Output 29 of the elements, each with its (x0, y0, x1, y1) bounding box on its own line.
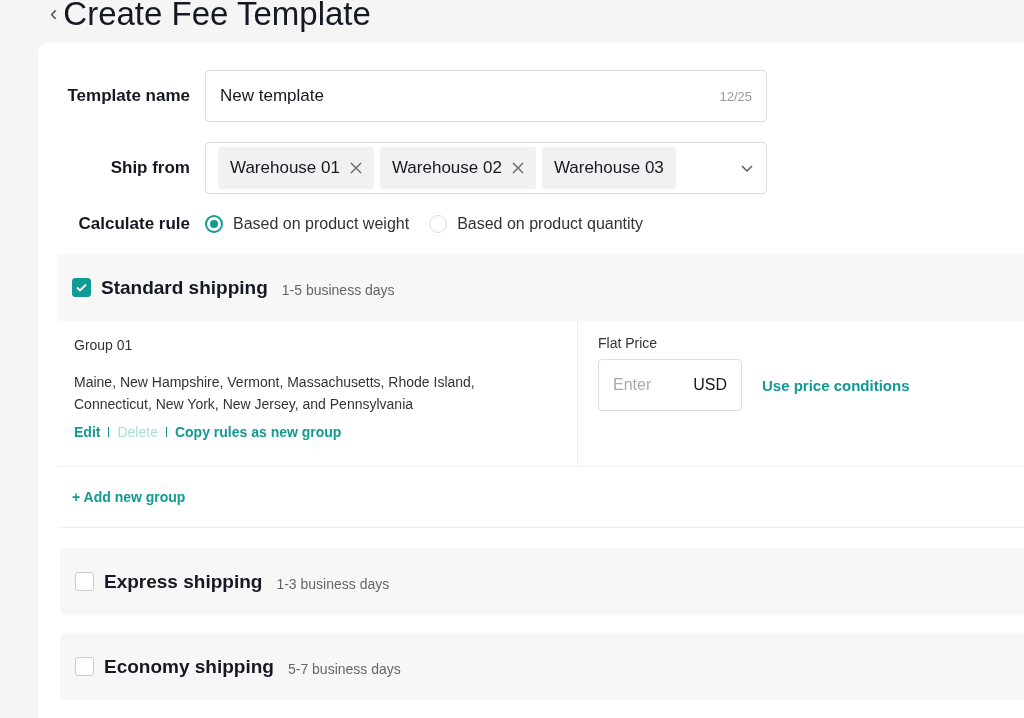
checkbox[interactable] (72, 278, 91, 297)
page-title: Create Fee Template (63, 0, 371, 33)
close-icon[interactable] (349, 162, 362, 174)
field-label: Calculate rule (77, 214, 190, 234)
warehouse-tag[interactable]: Warehouse 02 (379, 147, 536, 189)
radio-option[interactable]: Based on product weight (205, 215, 410, 233)
price-field[interactable]: Enter USD (598, 359, 742, 411)
field-label: Ship from (109, 158, 190, 178)
warehouse-tag[interactable]: Warehouse 03 (541, 147, 676, 189)
checkbox[interactable] (75, 657, 94, 676)
warehouse-select[interactable]: Warehouse 01 Warehouse 02 Warehouse 03 (205, 142, 767, 194)
price-label: Flat Price (598, 335, 659, 351)
region-list: Maine, New Hampshire, Vermont, Massachusetts, Rhode Island, Connecticut, New York, New Jersey, and Pennsylvania (74, 371, 514, 415)
template-name-field[interactable]: New template 12/25 (205, 70, 767, 122)
delivery-days: 1-5 business days (281, 281, 395, 298)
warehouse-tag[interactable]: Warehouse 01 (218, 147, 374, 189)
close-icon[interactable] (511, 162, 524, 174)
check-icon (76, 283, 87, 292)
shipping-name: Economy shipping (104, 655, 274, 678)
delivery-days: 5-7 business days (287, 660, 401, 677)
shipping-name: Express shipping (104, 570, 263, 593)
radio-button[interactable] (205, 215, 223, 233)
checkbox[interactable] (75, 572, 94, 591)
delivery-days: 1-3 business days (276, 575, 390, 592)
radio-option[interactable]: Based on product quantity (429, 215, 644, 233)
field-label: Template name (66, 86, 190, 106)
group-name: Group 01 (74, 337, 134, 353)
back-icon[interactable]: ‹ (50, 3, 58, 25)
shipping-name: Standard shipping (101, 276, 268, 299)
